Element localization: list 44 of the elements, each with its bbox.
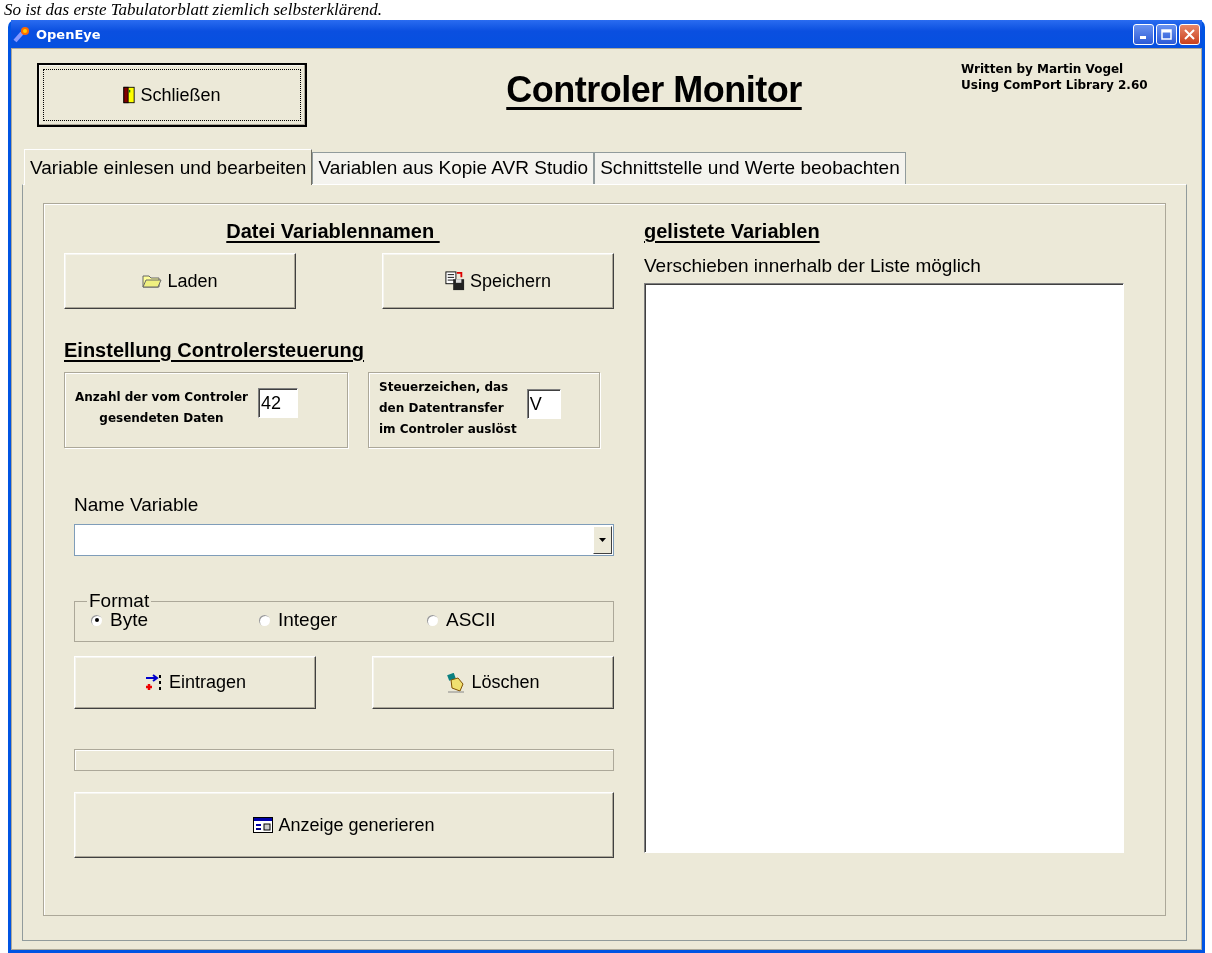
window-icon xyxy=(253,817,274,833)
group-label: Format xyxy=(88,590,151,612)
radio-button[interactable] xyxy=(91,614,102,626)
dropdown-field[interactable] xyxy=(74,524,614,556)
section-heading: Einstellung Controlersteuerung xyxy=(64,339,366,362)
save-icon xyxy=(444,271,465,291)
radio-option[interactable]: Byte xyxy=(91,609,259,631)
caption-text: So ist das erste Tabulatorblatt ziemlich selbsterklärend. xyxy=(3,0,382,20)
close-icon[interactable] xyxy=(1179,23,1200,45)
field-label: Anzahl der vom Controler gesendeten Daten xyxy=(75,389,248,427)
maximize-icon[interactable] xyxy=(1156,23,1177,45)
input-field[interactable]: V xyxy=(526,389,561,419)
door-icon xyxy=(123,86,136,104)
app-icon xyxy=(13,25,31,43)
close-button[interactable]: Schließen xyxy=(37,63,307,127)
radio-button[interactable] xyxy=(259,614,270,626)
minimize-icon[interactable] xyxy=(1133,23,1154,45)
insert-icon xyxy=(143,672,164,693)
input-field[interactable]: 42 xyxy=(258,388,298,418)
field-label: Name Variable xyxy=(74,494,200,516)
radio-label: ASCII xyxy=(446,609,496,631)
radio-option[interactable]: ASCII xyxy=(427,609,595,631)
section-heading: gelistete Variablen xyxy=(644,220,821,243)
window-title: OpenEye xyxy=(36,26,102,42)
save-button[interactable]: Speichern xyxy=(382,253,614,309)
load-button[interactable]: Laden xyxy=(64,253,296,309)
generate-button[interactable]: Anzeige generieren xyxy=(74,792,614,858)
section-heading: Datei Variablennamen xyxy=(226,220,436,243)
hint-text: Verschieben innerhalb der Liste möglich xyxy=(644,255,982,277)
insert-button[interactable]: Eintragen xyxy=(74,656,316,709)
tab[interactable]: Schnittstelle und Werte beobachten xyxy=(594,152,906,184)
credit-text: Written by Martin Vogel xyxy=(961,61,1125,77)
folder-icon xyxy=(142,274,163,288)
radio-option[interactable]: Integer xyxy=(259,609,427,631)
field-label: Steuerzeichen, das den Datentransfer im Controler auslöst xyxy=(379,378,517,438)
eraser-hand-icon xyxy=(446,672,467,693)
tab[interactable]: Variable einlesen und bearbeiten xyxy=(24,149,313,185)
app-title: Controler Monitor xyxy=(506,69,802,111)
radio-button[interactable] xyxy=(427,614,438,626)
tab[interactable]: Variablen aus Kopie AVR Studio xyxy=(312,152,595,184)
radio-label: Integer xyxy=(278,609,338,631)
credit-text: Using ComPort Library 2.60 xyxy=(961,77,1149,93)
radio-label: Byte xyxy=(110,609,149,631)
delete-button[interactable]: Löschen xyxy=(372,656,614,709)
